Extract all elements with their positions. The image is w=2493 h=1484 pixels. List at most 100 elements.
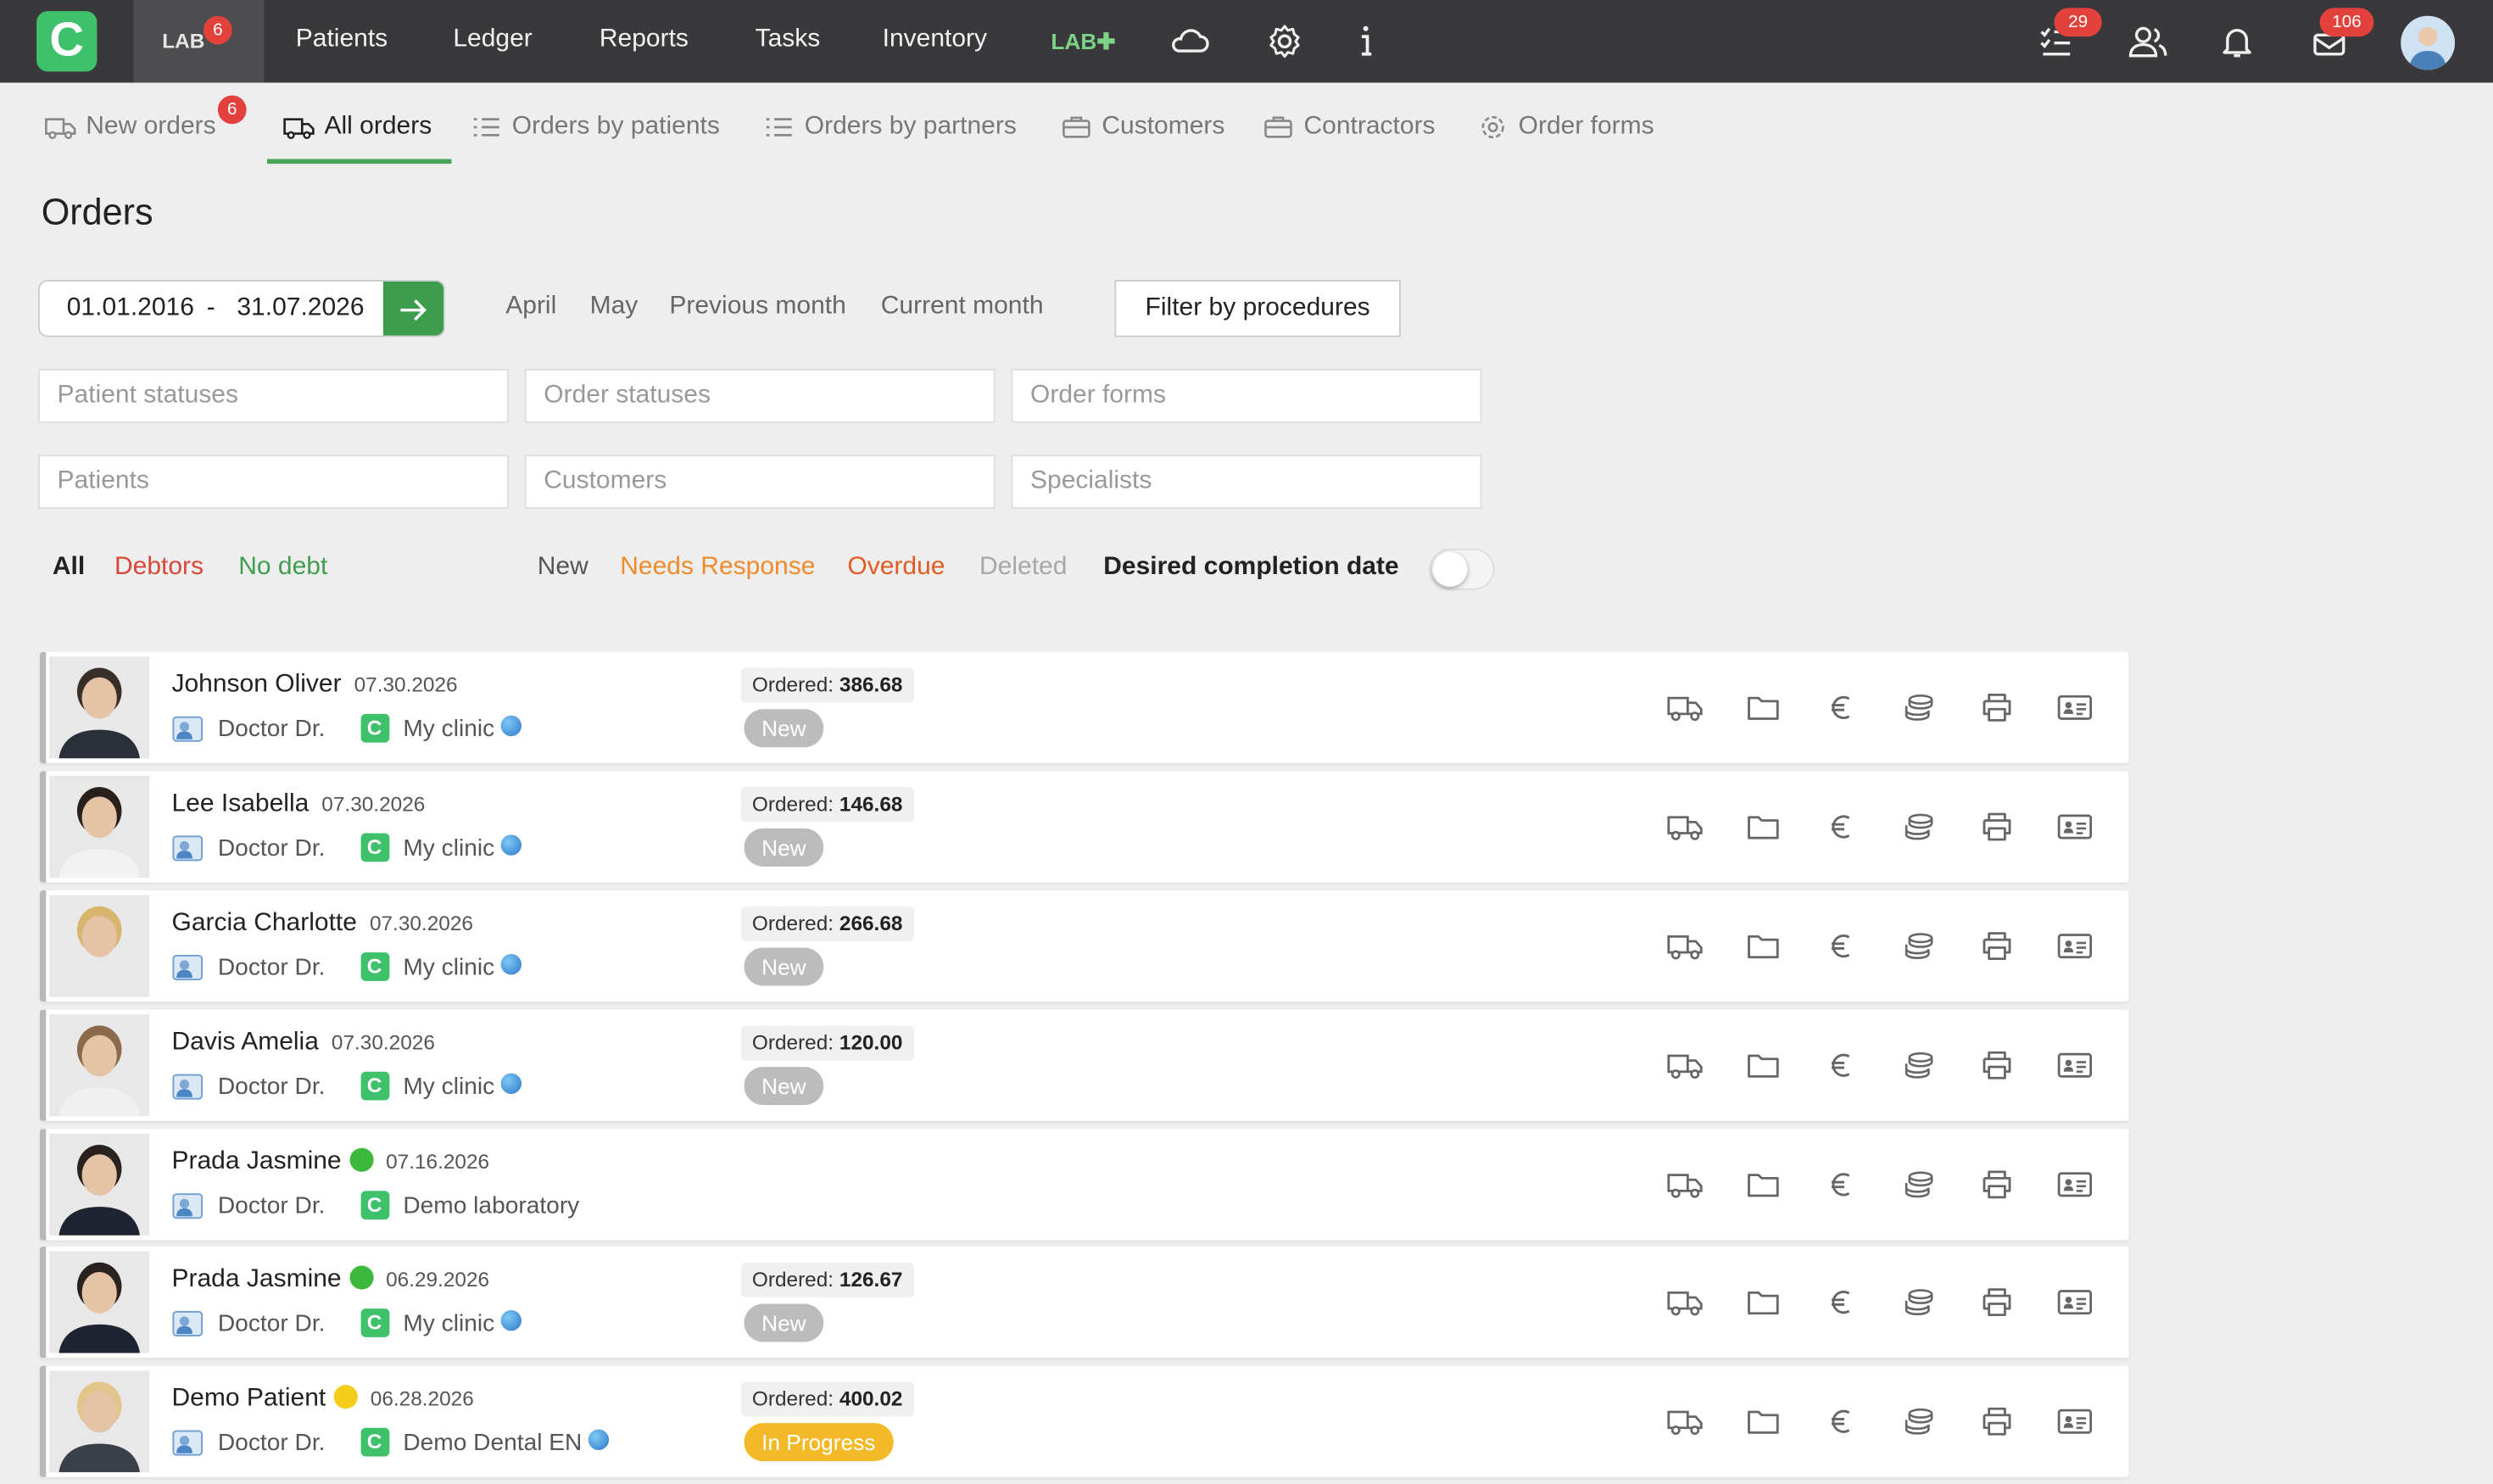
folder-icon[interactable] xyxy=(1744,930,1782,962)
doctor-name[interactable]: Doctor Dr. xyxy=(218,1073,326,1100)
doctor-name[interactable]: Doctor Dr. xyxy=(218,834,326,861)
folder-icon[interactable] xyxy=(1744,1286,1782,1319)
coins-icon[interactable] xyxy=(1900,1169,1938,1201)
euro-icon[interactable] xyxy=(1822,1169,1860,1201)
quick-range-current-month[interactable]: Current month xyxy=(881,293,1044,321)
subnav-customers[interactable]: Customers xyxy=(1061,113,1224,142)
printer-icon[interactable] xyxy=(1978,1169,2016,1201)
printer-icon[interactable] xyxy=(1978,930,2016,962)
nav-tasks[interactable]: Tasks xyxy=(756,25,821,54)
clinic-name[interactable]: Demo laboratory xyxy=(403,1191,579,1219)
coins-icon[interactable] xyxy=(1900,1050,1938,1082)
users-icon[interactable] xyxy=(2126,22,2171,60)
order-row[interactable]: Demo Patient 06.28.2026 Doctor Dr. C Demo… xyxy=(39,1365,2129,1477)
truck-icon[interactable] xyxy=(1666,1286,1704,1319)
order-statuses-select[interactable]: Order statuses xyxy=(524,369,996,423)
truck-icon[interactable] xyxy=(1666,930,1704,962)
id-card-icon[interactable] xyxy=(2055,1050,2094,1082)
truck-icon[interactable] xyxy=(1666,1169,1704,1201)
id-card-icon[interactable] xyxy=(2055,1169,2094,1201)
folder-icon[interactable] xyxy=(1744,1169,1782,1201)
euro-icon[interactable] xyxy=(1822,692,1860,724)
info-icon[interactable] xyxy=(1347,22,1385,60)
subnav-contractors[interactable]: Contractors xyxy=(1263,113,1436,142)
subnav-order-forms[interactable]: Order forms xyxy=(1477,113,1654,142)
folder-icon[interactable] xyxy=(1744,811,1782,843)
bell-icon[interactable] xyxy=(2218,22,2256,60)
filter-overdue[interactable]: Overdue xyxy=(847,554,945,583)
nav-reports[interactable]: Reports xyxy=(600,25,689,54)
date-to[interactable]: 31.07.2026 xyxy=(237,294,364,323)
doctor-name[interactable]: Doctor Dr. xyxy=(218,953,326,980)
coins-icon[interactable] xyxy=(1900,930,1938,962)
subnav-all-orders[interactable]: All orders xyxy=(283,113,432,142)
order-row[interactable]: Davis Amelia 07.30.2026 Doctor Dr. C My c… xyxy=(39,1009,2129,1121)
nav-ledger[interactable]: Ledger xyxy=(453,25,532,54)
patient-name[interactable]: Lee Isabella xyxy=(172,790,310,817)
filter-new[interactable]: New xyxy=(538,554,588,583)
subnav-orders-by-partners[interactable]: Orders by partners xyxy=(763,113,1017,142)
doctor-name[interactable]: Doctor Dr. xyxy=(218,1309,326,1336)
patient-name[interactable]: Prada Jasmine xyxy=(172,1266,342,1293)
quick-range-previous-month[interactable]: Previous month xyxy=(669,293,845,321)
specialists-select[interactable]: Specialists xyxy=(1011,455,1482,509)
tab-lab[interactable]: LAB 6 xyxy=(133,0,265,83)
printer-icon[interactable] xyxy=(1978,1406,2016,1438)
desired-completion-toggle[interactable] xyxy=(1429,548,1495,590)
id-card-icon[interactable] xyxy=(2055,1406,2094,1438)
euro-icon[interactable] xyxy=(1822,1406,1860,1438)
subnav-new-orders[interactable]: New orders xyxy=(45,113,216,142)
doctor-name[interactable]: Doctor Dr. xyxy=(218,1429,326,1456)
euro-icon[interactable] xyxy=(1822,1050,1860,1082)
patients-select[interactable]: Patients xyxy=(38,455,509,509)
folder-icon[interactable] xyxy=(1744,1050,1782,1082)
filter-needs-response[interactable]: Needs Response xyxy=(620,554,815,583)
euro-icon[interactable] xyxy=(1822,1286,1860,1319)
clinic-name[interactable]: My clinic xyxy=(403,715,494,742)
nav-inventory[interactable]: Inventory xyxy=(883,25,987,54)
patient-name[interactable]: Prada Jasmine xyxy=(172,1148,342,1175)
filter-by-procedures-button[interactable]: Filter by procedures xyxy=(1114,280,1401,338)
order-row[interactable]: Johnson Oliver 07.30.2026 Doctor Dr. C My… xyxy=(39,651,2129,763)
nav-patients[interactable]: Patients xyxy=(296,25,388,54)
app-logo[interactable]: C xyxy=(36,11,98,72)
euro-icon[interactable] xyxy=(1822,930,1860,962)
user-avatar[interactable] xyxy=(2401,15,2455,70)
gear-icon[interactable] xyxy=(1266,22,1304,60)
patient-statuses-select[interactable]: Patient statuses xyxy=(38,369,509,423)
id-card-icon[interactable] xyxy=(2055,811,2094,843)
doctor-name[interactable]: Doctor Dr. xyxy=(218,715,326,742)
filter-deleted[interactable]: Deleted xyxy=(979,554,1067,583)
folder-icon[interactable] xyxy=(1744,692,1782,724)
folder-icon[interactable] xyxy=(1744,1406,1782,1438)
date-from[interactable]: 01.01.2016 xyxy=(67,294,194,323)
order-row[interactable]: Lee Isabella 07.30.2026 Doctor Dr. C My c… xyxy=(39,771,2129,883)
clinic-name[interactable]: My clinic xyxy=(403,834,494,861)
cloud-icon[interactable] xyxy=(1168,22,1210,60)
filter-all[interactable]: All xyxy=(53,554,85,583)
subnav-orders-by-patients[interactable]: Orders by patients xyxy=(471,113,720,142)
filter-no-debt[interactable]: No debt xyxy=(238,554,327,583)
nav-labplus[interactable]: LAB✚ xyxy=(1051,29,1115,56)
date-range-picker[interactable]: 01.01.2016 - 31.07.2026 xyxy=(38,280,445,338)
id-card-icon[interactable] xyxy=(2055,930,2094,962)
truck-icon[interactable] xyxy=(1666,692,1704,724)
printer-icon[interactable] xyxy=(1978,1050,2016,1082)
order-row[interactable]: Prada Jasmine 06.29.2026 Doctor Dr. C My … xyxy=(39,1247,2129,1358)
order-row[interactable]: Garcia Charlotte 07.30.2026 Doctor Dr. C … xyxy=(39,890,2129,1002)
customers-select[interactable]: Customers xyxy=(524,455,996,509)
order-row[interactable]: Prada Jasmine 07.16.2026 Doctor Dr. C Dem… xyxy=(39,1129,2129,1241)
quick-range-april[interactable]: April xyxy=(505,293,556,321)
patient-name[interactable]: Garcia Charlotte xyxy=(172,910,357,937)
printer-icon[interactable] xyxy=(1978,1286,2016,1319)
coins-icon[interactable] xyxy=(1900,1406,1938,1438)
truck-icon[interactable] xyxy=(1666,1050,1704,1082)
clinic-name[interactable]: My clinic xyxy=(403,1073,494,1100)
coins-icon[interactable] xyxy=(1900,811,1938,843)
quick-range-may[interactable]: May xyxy=(590,293,639,321)
id-card-icon[interactable] xyxy=(2055,1286,2094,1319)
clinic-name[interactable]: My clinic xyxy=(403,953,494,980)
coins-icon[interactable] xyxy=(1900,1286,1938,1319)
euro-icon[interactable] xyxy=(1822,811,1860,843)
clinic-name[interactable]: Demo Dental EN xyxy=(403,1429,582,1456)
